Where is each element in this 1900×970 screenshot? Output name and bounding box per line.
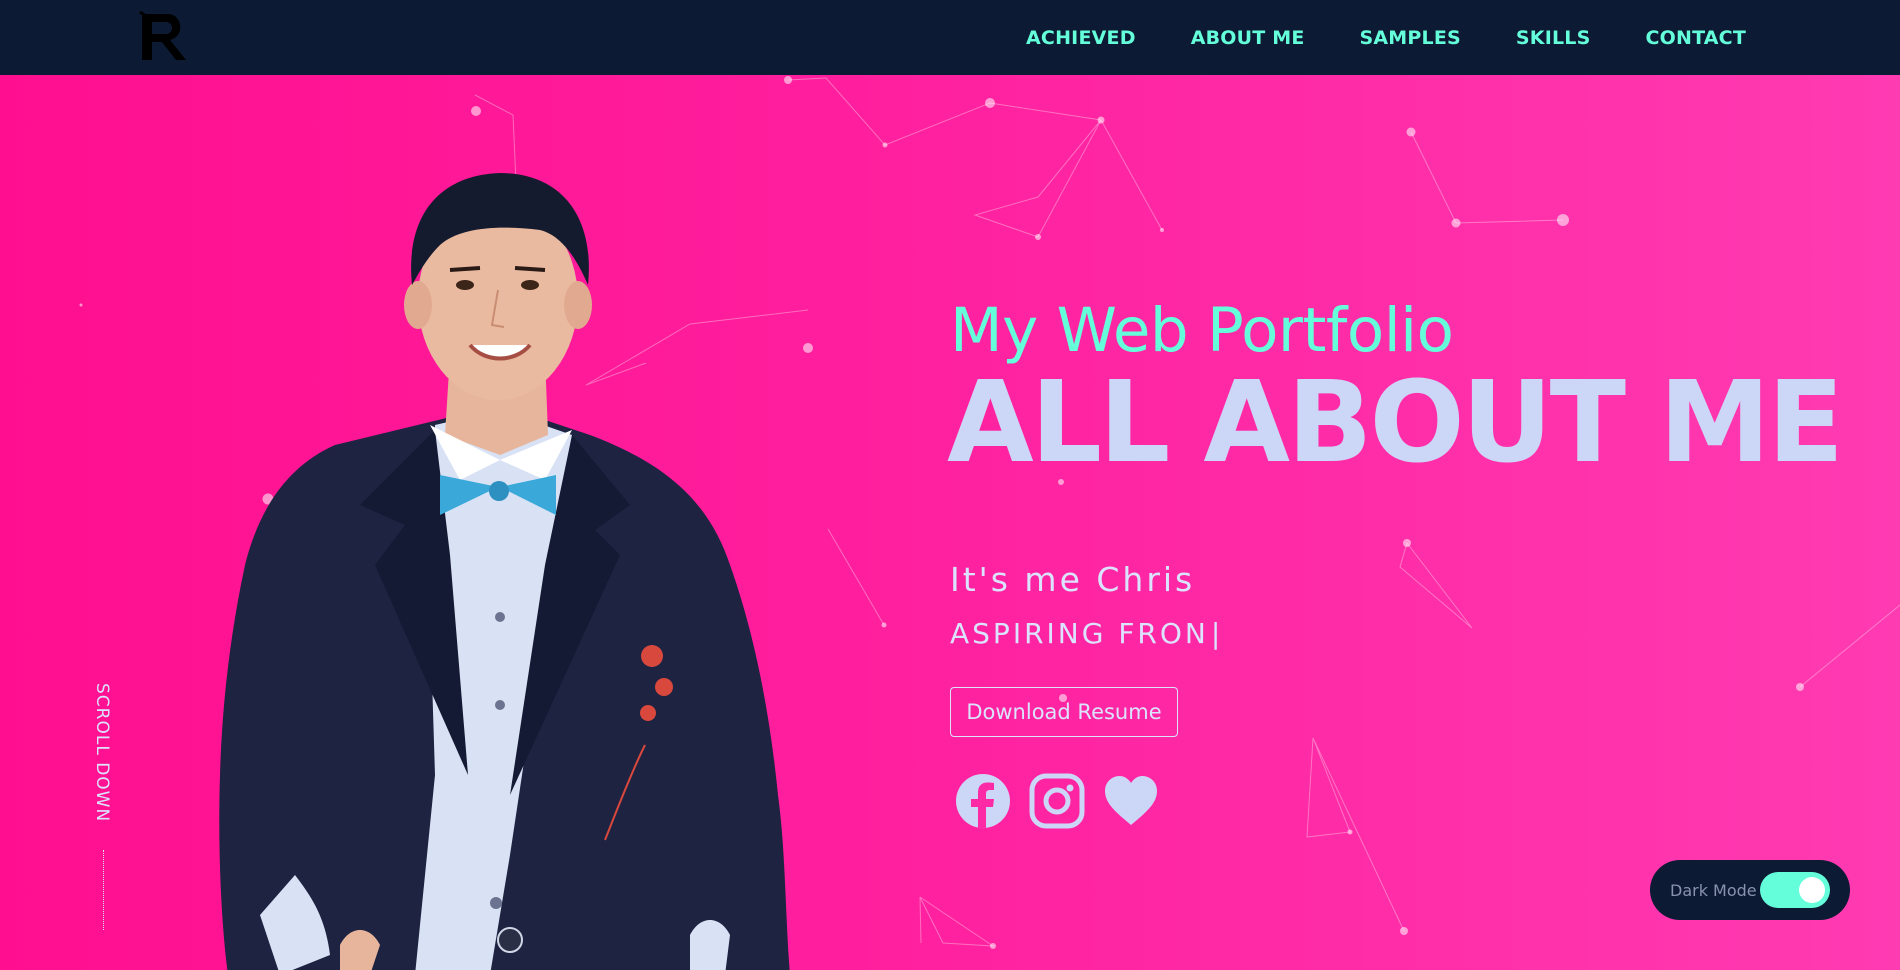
scroll-down-label[interactable]: SCROLL DOWN (92, 683, 112, 822)
page-title: ALL ABOUT ME (947, 358, 1844, 488)
profile-photo (219, 173, 790, 970)
portfolio-subtitle: My Web Portfolio (950, 295, 1454, 366)
social-links (955, 773, 1159, 829)
nav-link-contact[interactable]: CONTACT (1646, 27, 1747, 49)
nav-links: ACHIEVED ABOUT ME SAMPLES SKILLS CONTACT (1026, 0, 1746, 75)
top-navbar: ACHIEVED ABOUT ME SAMPLES SKILLS CONTACT (0, 0, 1900, 75)
scroll-line (103, 850, 104, 930)
typing-caret: | (1210, 617, 1224, 650)
hero-section: SCROLL DOWN My Web Portfolio ALL ABOUT M… (0, 75, 1900, 970)
instagram-icon[interactable] (1029, 773, 1085, 829)
role-text: ASPIRING FRON (950, 617, 1209, 650)
typing-role-text: ASPIRING FRON| (950, 617, 1223, 650)
dark-mode-switch[interactable] (1760, 872, 1830, 908)
download-resume-button[interactable]: Download Resume (950, 687, 1178, 737)
switch-knob (1799, 877, 1825, 903)
facebook-icon[interactable] (955, 773, 1011, 829)
nav-link-achieved[interactable]: ACHIEVED (1026, 27, 1136, 49)
r-logo-icon[interactable] (138, 10, 192, 66)
nav-link-about-me[interactable]: ABOUT ME (1191, 27, 1305, 49)
dark-mode-label: Dark Mode (1670, 880, 1757, 900)
intro-text: It's me Chris (950, 560, 1196, 599)
nav-link-skills[interactable]: SKILLS (1516, 27, 1591, 49)
nav-link-samples[interactable]: SAMPLES (1360, 27, 1461, 49)
heart-icon[interactable] (1103, 773, 1159, 829)
dark-mode-toggle[interactable]: Dark Mode (1650, 860, 1850, 920)
